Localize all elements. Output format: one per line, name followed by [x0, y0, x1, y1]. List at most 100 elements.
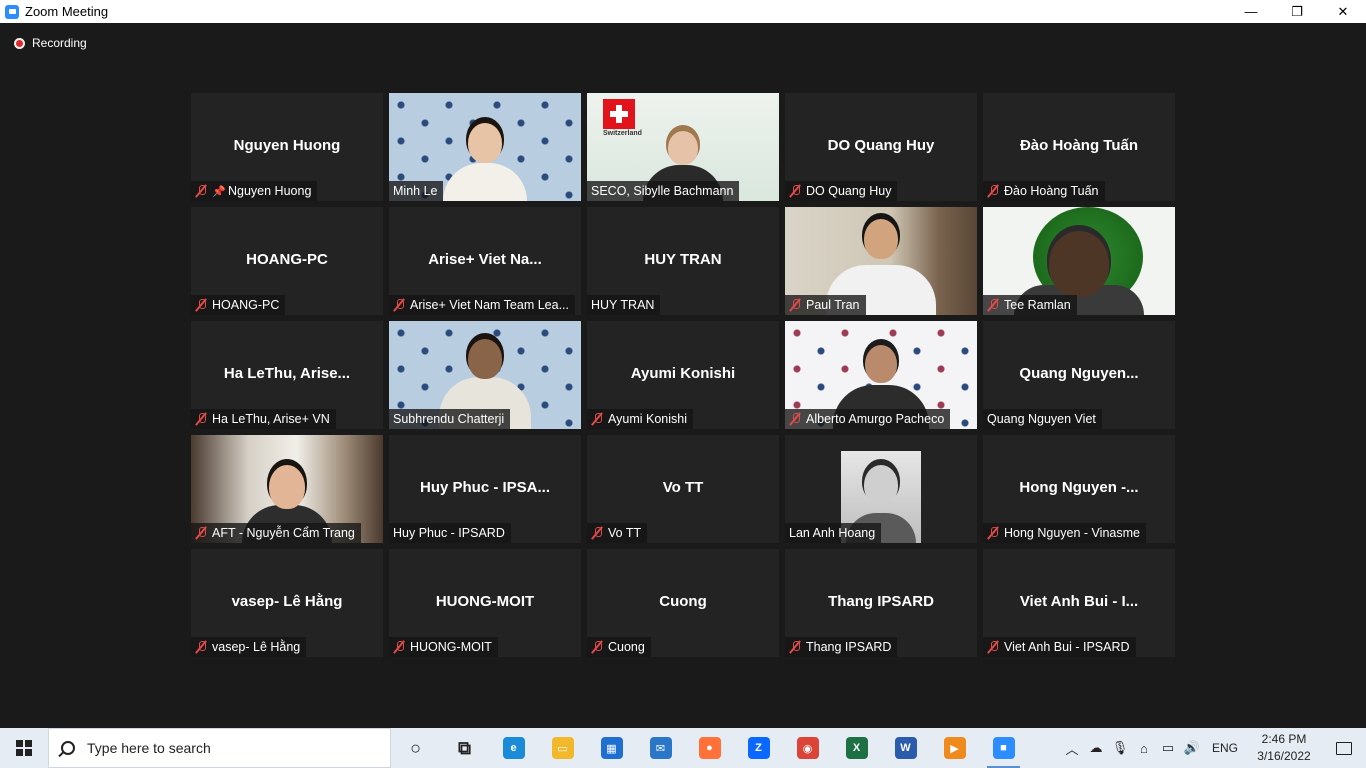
participant-tile[interactable]: Minh Le	[389, 93, 581, 201]
participant-tile[interactable]: Subhrendu Chatterji	[389, 321, 581, 429]
participant-name-text: Hong Nguyen - Vinasme	[1004, 526, 1140, 540]
participant-tile[interactable]: Huy Phuc - IPSA... Huy Phuc - IPSARD	[389, 435, 581, 543]
volume-icon[interactable]: 🔊	[1180, 728, 1204, 768]
mic-muted-icon	[591, 640, 603, 654]
participant-name-label: Vo TT	[587, 523, 648, 543]
participant-name-label: HOANG-PC	[191, 295, 286, 315]
mic-muted-icon	[591, 412, 603, 426]
recording-indicator[interactable]: Recording	[14, 36, 87, 50]
word-taskbar-button[interactable]: W	[881, 728, 930, 768]
participant-tile[interactable]: Vo TT Vo TT	[587, 435, 779, 543]
taskbar-search-box[interactable]: Type here to search	[48, 728, 391, 768]
participant-tile[interactable]: Paul Tran	[785, 207, 977, 315]
participant-tile[interactable]: Alberto Amurgo Pacheco	[785, 321, 977, 429]
participant-name-label: Paul Tran	[785, 295, 866, 315]
participant-name-display: Viet Anh Bui - I...	[1019, 593, 1139, 610]
participant-name-label: Subhrendu Chatterji	[389, 409, 511, 429]
notification-center-button[interactable]	[1322, 728, 1366, 768]
swiss-flag-icon	[603, 99, 635, 129]
microphone-icon[interactable]: 🎙	[1108, 728, 1132, 768]
participant-tile[interactable]: vasep- Lê Hằng vasep- Lê Hằng	[191, 549, 383, 657]
participant-name-text: Arise+ Viet Nam Team Lea...	[410, 298, 569, 312]
cortana-taskbar-button[interactable]: ○	[391, 728, 440, 768]
input-language[interactable]: ENG	[1212, 741, 1238, 755]
store-taskbar-button[interactable]: ▦	[587, 728, 636, 768]
zalo-taskbar-button[interactable]: Z	[734, 728, 783, 768]
clock-date: 3/16/2022	[1257, 749, 1311, 763]
participant-name-display: Nguyen Huong	[233, 137, 341, 154]
windows-taskbar: Type here to search ○ ⧉ e ▭ ▦ ✉ ● Z ◉ X W ▶ ■ ︿ ☁ 🎙 …	[0, 728, 1366, 768]
participant-name-text: DO Quang Huy	[806, 184, 892, 198]
participant-name-text: Đào Hoàng Tuấn	[1004, 184, 1099, 198]
minimize-button[interactable]: —	[1228, 0, 1274, 23]
mic-muted-icon	[789, 184, 801, 198]
participant-tile[interactable]: DO Quang Huy DO Quang Huy	[785, 93, 977, 201]
participant-name-display: HOANG-PC	[246, 251, 328, 268]
mic-muted-icon	[195, 640, 207, 654]
mail-icon: ✉	[649, 737, 672, 759]
participant-tile[interactable]: Tee Ramlan	[983, 207, 1175, 315]
windows-logo-icon	[16, 740, 32, 756]
participant-tile[interactable]: Lan Anh Hoang	[785, 435, 977, 543]
participant-tile[interactable]: Switzerland SECO, Sibylle Bachmann	[587, 93, 779, 201]
participant-name-label: Alberto Amurgo Pacheco	[785, 409, 951, 429]
participant-name-label: HUONG-MOIT	[389, 637, 498, 657]
chrome-taskbar-button[interactable]: ◉	[783, 728, 832, 768]
participant-tile[interactable]: HOANG-PC HOANG-PC	[191, 207, 383, 315]
mic-muted-icon	[393, 640, 405, 654]
mic-muted-icon	[987, 526, 999, 540]
onedrive-cloud-icon[interactable]: ☁	[1084, 728, 1108, 768]
participant-tile[interactable]: Nguyen Huong 📌 Nguyen Huong	[191, 93, 383, 201]
network-icon[interactable]: ⌂	[1132, 728, 1156, 768]
participant-tile[interactable]: Arise+ Viet Na... Arise+ Viet Nam Team Le…	[389, 207, 581, 315]
participant-name-display: Ayumi Konishi	[630, 365, 736, 382]
firefox-taskbar-button[interactable]: ●	[685, 728, 734, 768]
participant-name-display: HUONG-MOIT	[435, 593, 535, 610]
window-titlebar: Zoom Meeting — ❐ ✕	[0, 0, 1366, 23]
media-player-icon: ▶	[943, 737, 966, 759]
mic-muted-icon	[195, 184, 207, 198]
media-player-taskbar-button[interactable]: ▶	[930, 728, 979, 768]
participant-tile[interactable]: Ayumi Konishi Ayumi Konishi	[587, 321, 779, 429]
zoom-taskbar-button[interactable]: ■	[979, 728, 1028, 768]
participant-name-label: Ha LeThu, Arise+ VN	[191, 409, 336, 429]
participant-name-label: Arise+ Viet Nam Team Lea...	[389, 295, 575, 315]
participant-tile[interactable]: AFT - Nguyễn Cẩm Trang	[191, 435, 383, 543]
participant-name-display: Vo TT	[662, 479, 704, 496]
maximize-button[interactable]: ❐	[1274, 0, 1320, 23]
record-icon	[14, 37, 25, 49]
battery-icon[interactable]: ▭	[1156, 728, 1180, 768]
participant-tile[interactable]: Viet Anh Bui - I... Viet Anh Bui - IPSARD	[983, 549, 1175, 657]
excel-taskbar-button[interactable]: X	[832, 728, 881, 768]
participant-tile[interactable]: Hong Nguyen -... Hong Nguyen - Vinasme	[983, 435, 1175, 543]
mic-muted-icon	[393, 298, 405, 312]
participant-tile[interactable]: Ha LeThu, Arise... Ha LeThu, Arise+ VN	[191, 321, 383, 429]
cortana-icon: ○	[410, 737, 421, 758]
participant-figure	[443, 93, 527, 201]
participant-name-display: vasep- Lê Hằng	[231, 593, 343, 610]
close-button[interactable]: ✕	[1320, 0, 1366, 23]
participant-tile[interactable]: HUONG-MOIT HUONG-MOIT	[389, 549, 581, 657]
participant-name-text: HUONG-MOIT	[410, 640, 492, 654]
participant-tile[interactable]: HUY TRAN HUY TRAN	[587, 207, 779, 315]
taskbar-clock[interactable]: 2:46 PM 3/16/2022	[1246, 731, 1322, 765]
participant-tile[interactable]: Đào Hoàng Tuấn Đào Hoàng Tuấn	[983, 93, 1175, 201]
participant-name-text: Nguyen Huong	[228, 184, 312, 198]
participant-tile[interactable]: Thang IPSARD Thang IPSARD	[785, 549, 977, 657]
edge-taskbar-button[interactable]: e	[489, 728, 538, 768]
participant-name-label: Cuong	[587, 637, 651, 657]
participant-name-text: Subhrendu Chatterji	[393, 412, 505, 426]
notification-icon	[1336, 741, 1352, 755]
task-view-taskbar-button[interactable]: ⧉	[440, 728, 489, 768]
meeting-area: Recording Nguyen Huong 📌 Nguyen Huong Minh …	[0, 23, 1366, 728]
participant-name-display: Huy Phuc - IPSA...	[419, 479, 551, 496]
mail-taskbar-button[interactable]: ✉	[636, 728, 685, 768]
participant-tile[interactable]: Cuong Cuong	[587, 549, 779, 657]
zoom-app-icon	[5, 4, 19, 19]
participant-name-label: Minh Le	[389, 181, 444, 201]
show-hidden-icons-chevron-icon[interactable]: ︿	[1060, 728, 1084, 768]
start-button[interactable]	[0, 728, 48, 768]
participant-name-text: HUY TRAN	[591, 298, 655, 312]
participant-tile[interactable]: Quang Nguyen... Quang Nguyen Viet	[983, 321, 1175, 429]
file-explorer-taskbar-button[interactable]: ▭	[538, 728, 587, 768]
